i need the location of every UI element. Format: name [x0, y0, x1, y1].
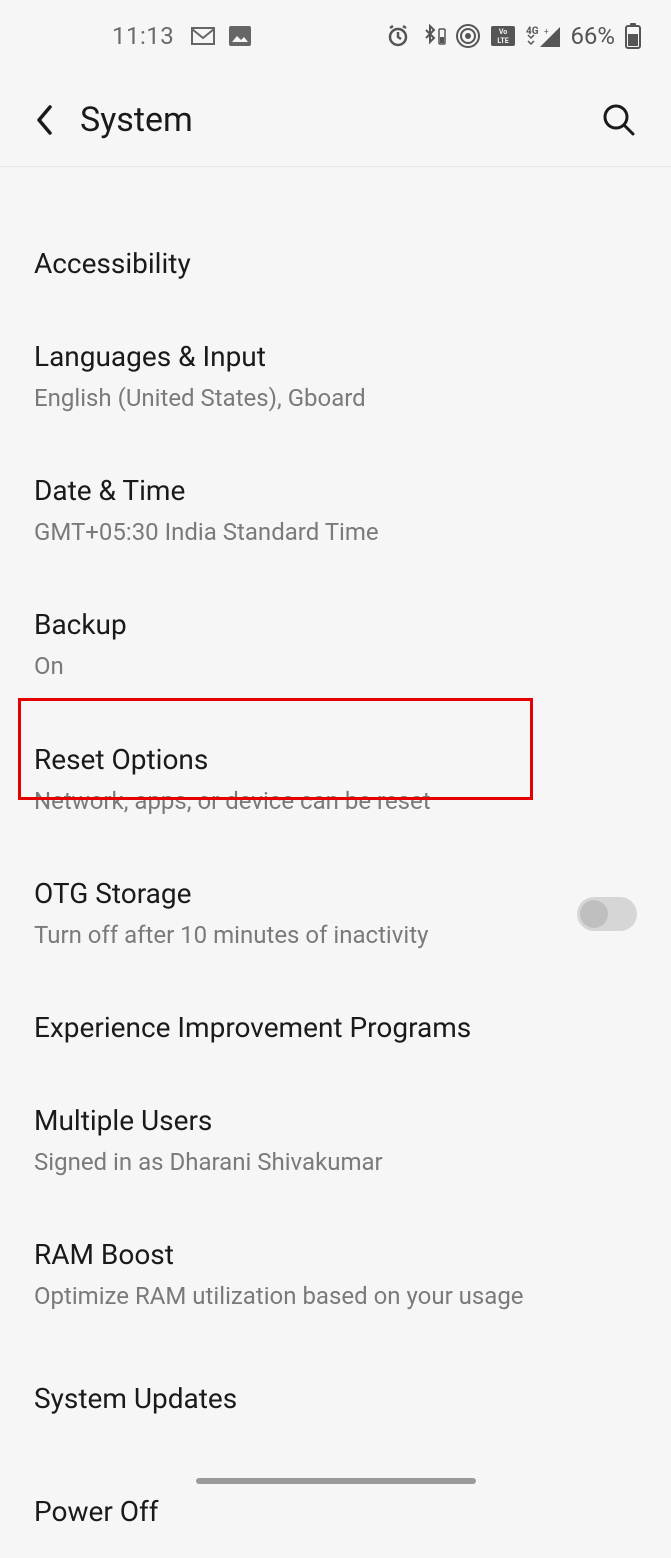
item-title: System Updates	[34, 1382, 621, 1415]
item-title: Power Off	[34, 1495, 621, 1528]
svg-text:LTE: LTE	[498, 37, 509, 45]
otg-toggle[interactable]	[577, 897, 637, 931]
search-button[interactable]	[601, 102, 637, 138]
search-icon	[601, 102, 637, 138]
item-title: OTG Storage	[34, 877, 561, 910]
item-subtitle: Signed in as Dharani Shivakumar	[34, 1147, 621, 1178]
photos-icon	[228, 25, 252, 47]
svg-text:Vo: Vo	[499, 28, 507, 36]
volte-icon: VoLTE	[490, 25, 516, 47]
item-title: Accessibility	[34, 247, 621, 280]
nav-handle[interactable]	[196, 1478, 476, 1484]
item-accessibility[interactable]: Accessibility	[0, 167, 671, 310]
item-title: Reset Options	[34, 743, 621, 776]
back-button[interactable]	[34, 103, 56, 137]
item-ram-boost[interactable]: RAM Boost Optimize RAM utilization based…	[0, 1208, 671, 1342]
header-bar: System	[0, 64, 671, 167]
item-title: RAM Boost	[34, 1238, 621, 1271]
status-time: 11:13	[112, 22, 174, 50]
status-right: VoLTE 4G+ 66%	[386, 22, 641, 50]
item-title: Languages & Input	[34, 340, 621, 373]
item-title: Experience Improvement Programs	[34, 1011, 621, 1044]
item-power-off[interactable]: Power Off	[0, 1455, 671, 1558]
battery-icon	[625, 23, 641, 49]
status-left: 11:13	[30, 22, 252, 50]
page-title: System	[80, 100, 193, 140]
status-bar: 11:13 VoLTE 4G+ 66%	[0, 0, 671, 64]
item-subtitle: Optimize RAM utilization based on your u…	[34, 1281, 621, 1312]
toggle-knob	[580, 900, 608, 928]
item-reset-options[interactable]: Reset Options Network, apps, or device c…	[0, 713, 671, 847]
item-languages-input[interactable]: Languages & Input English (United States…	[0, 310, 671, 444]
item-backup[interactable]: Backup On	[0, 578, 671, 712]
item-otg-storage[interactable]: OTG Storage Turn off after 10 minutes of…	[0, 847, 671, 981]
item-subtitle: Turn off after 10 minutes of inactivity	[34, 920, 561, 951]
item-title: Multiple Users	[34, 1104, 621, 1137]
item-title: Date & Time	[34, 474, 621, 507]
item-title: Backup	[34, 608, 621, 641]
item-subtitle: On	[34, 651, 621, 682]
chevron-left-icon	[34, 103, 56, 137]
svg-text:+: +	[544, 27, 549, 36]
battery-percent: 66%	[570, 22, 615, 50]
alarm-icon	[386, 24, 410, 48]
item-subtitle: GMT+05:30 India Standard Time	[34, 517, 621, 548]
gmail-icon	[190, 26, 216, 46]
item-multiple-users[interactable]: Multiple Users Signed in as Dharani Shiv…	[0, 1074, 671, 1208]
settings-list: Accessibility Languages & Input English …	[0, 167, 671, 1558]
bluetooth-battery-icon	[420, 24, 446, 48]
signal-4g-icon: 4G+	[526, 25, 560, 47]
item-experience-improvement[interactable]: Experience Improvement Programs	[0, 981, 671, 1074]
item-subtitle: English (United States), Gboard	[34, 383, 621, 414]
item-date-time[interactable]: Date & Time GMT+05:30 India Standard Tim…	[0, 444, 671, 578]
item-system-updates[interactable]: System Updates	[0, 1342, 671, 1455]
hotspot-icon	[456, 24, 480, 48]
item-subtitle: Network, apps, or device can be reset	[34, 786, 621, 817]
